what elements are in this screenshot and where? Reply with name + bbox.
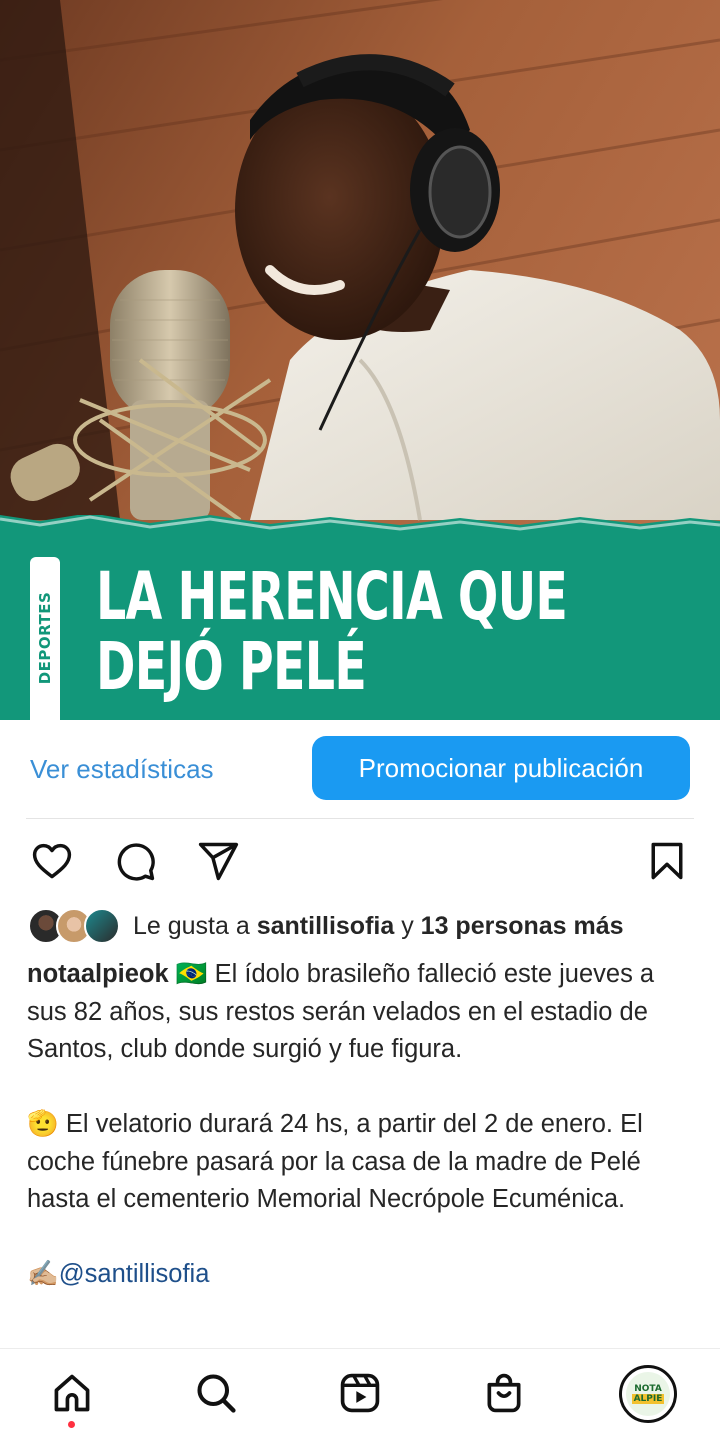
profile-avatar: NOTA ALPIE (626, 1372, 670, 1416)
writing-hand-emoji: ✍🏼 (27, 1260, 59, 1288)
nav-home[interactable] (48, 1369, 96, 1417)
notification-dot (68, 1421, 75, 1428)
caption-paragraph-3: ✍🏼@santillisofia (27, 1256, 697, 1294)
likes-others[interactable]: 13 personas más (421, 912, 624, 940)
promote-post-button[interactable]: Promocionar publicación (312, 736, 690, 800)
nav-reels[interactable] (336, 1369, 384, 1417)
view-insights-link[interactable]: Ver estadísticas (30, 754, 214, 785)
post-image[interactable]: DEPORTES LA HERENCIA QUE DEJÓ PELÉ (0, 0, 720, 720)
headline-line-2: DEJÓ PELÉ (96, 628, 367, 705)
search-icon (197, 1374, 236, 1413)
liker-username[interactable]: santillisofia (257, 912, 395, 940)
category-tag: DEPORTES (36, 591, 54, 685)
share-button[interactable] (194, 837, 242, 885)
caption-paragraph-2: 🫡 El velatorio durará 24 hs, a partir de… (27, 1106, 697, 1219)
likes-summary[interactable]: Le gusta a santillisofia y 13 personas m… (133, 912, 624, 941)
caption-username[interactable]: notaalpieok (27, 960, 169, 988)
profile-logo-line-1: NOTA (634, 1384, 662, 1394)
caption-text-2: El velatorio durará 24 hs, a partir del … (27, 1110, 643, 1213)
likes-connector: y (401, 912, 414, 940)
reels-icon (340, 1373, 380, 1413)
bottom-navigation (0, 1348, 720, 1436)
shop-icon (487, 1373, 521, 1413)
salute-emoji: 🫡 (27, 1110, 59, 1138)
comment-icon (117, 843, 155, 881)
headline: LA HERENCIA QUE DEJÓ PELÉ (96, 558, 568, 705)
caption-paragraph-1: notaalpieok 🇧🇷 El ídolo brasileño fallec… (27, 956, 697, 1069)
nav-profile[interactable]: NOTA ALPIE (619, 1365, 677, 1423)
profile-logo-line-2: ALPIE (631, 1394, 665, 1404)
nav-search[interactable] (192, 1369, 240, 1417)
like-button[interactable] (28, 837, 76, 885)
likes-prefix: Le gusta a (133, 912, 250, 940)
bookmark-icon (651, 842, 683, 880)
home-icon (54, 1374, 90, 1412)
heart-icon (32, 843, 72, 879)
paper-plane-icon (198, 842, 239, 881)
liker-avatars[interactable] (28, 908, 120, 946)
divider (26, 818, 694, 819)
author-mention[interactable]: @santillisofia (59, 1260, 210, 1288)
comment-button[interactable] (111, 837, 159, 885)
avatar (84, 908, 120, 944)
save-button[interactable] (643, 837, 691, 885)
headline-line-1: LA HERENCIA QUE (96, 558, 568, 635)
flag-emoji: 🇧🇷 (175, 960, 208, 988)
post-caption: notaalpieok 🇧🇷 El ídolo brasileño fallec… (27, 956, 697, 1294)
nav-shop[interactable] (480, 1369, 528, 1417)
